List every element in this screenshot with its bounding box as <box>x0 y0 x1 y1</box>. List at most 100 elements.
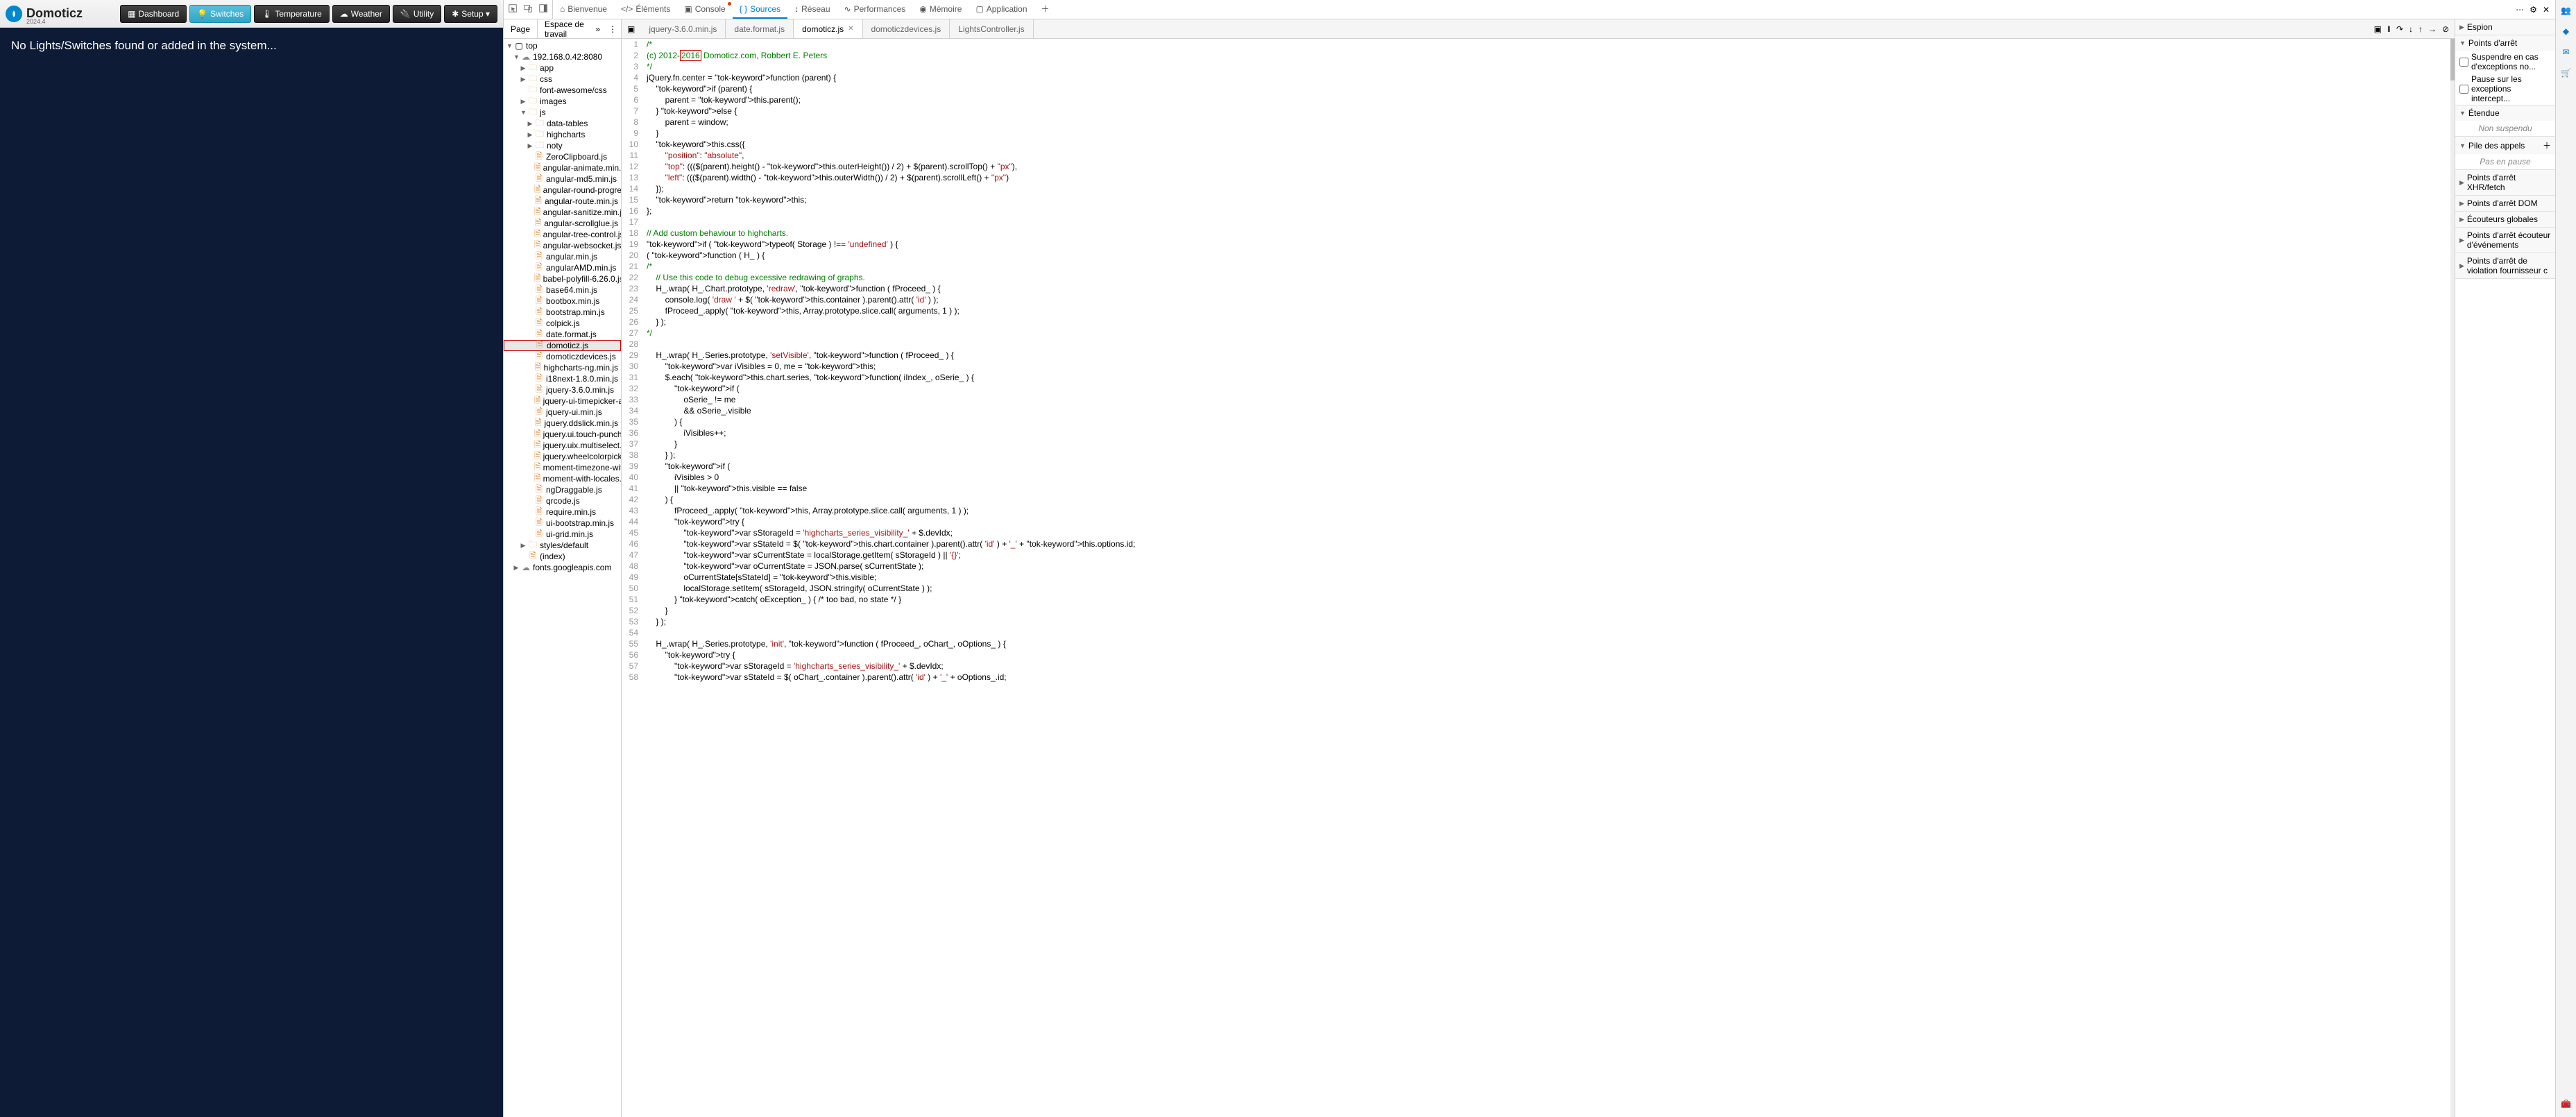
tree-file[interactable]: 🗎angular-sanitize.min.js <box>504 207 621 218</box>
rail-people-icon[interactable]: 👥 <box>2560 4 2573 17</box>
tree-file[interactable]: 🗎domoticzdevices.js <box>504 351 621 362</box>
tree-file[interactable]: 🗎domoticz.js <box>504 340 621 351</box>
nav-setup[interactable]: ✱Setup ▾ <box>444 5 497 23</box>
tree-file[interactable]: 🗎ZeroClipboard.js <box>504 151 621 162</box>
tree-file[interactable]: 🗎i18next-1.8.0.min.js <box>504 373 621 384</box>
tree-file[interactable]: 🗎moment-timezone-with-data.min.js <box>504 462 621 473</box>
tree-file[interactable]: 🗎angularAMD.min.js <box>504 262 621 273</box>
code-editor[interactable]: 1234567891011121314151617181920212223242… <box>622 39 2455 1117</box>
tree-folder-css[interactable]: ▶🗀css <box>504 74 621 85</box>
step-icon[interactable]: → <box>2428 24 2437 34</box>
section-breakpoints[interactable]: ▼Points d'arrêt <box>2455 35 2555 51</box>
deactivate-bp-icon[interactable]: ⊘ <box>2442 24 2449 34</box>
tree-file[interactable]: 🗎jquery-ui-timepicker-addon.js <box>504 395 621 407</box>
tree-file[interactable]: 🗎jquery-3.6.0.min.js <box>504 384 621 395</box>
settings-icon[interactable]: ⚙ <box>2530 5 2537 15</box>
section-dom-bp[interactable]: ▶Points d'arrêt DOM <box>2455 196 2555 211</box>
tree-file[interactable]: 🗎jquery.ui.touch-punch.min.js <box>504 429 621 440</box>
tab-add[interactable]: ＋ <box>1034 0 1057 19</box>
tree-folder-images[interactable]: ▶🗀images <box>504 96 621 107</box>
nav-weather[interactable]: ☁Weather <box>332 5 390 23</box>
pause-icon[interactable]: ‖ <box>2387 24 2391 34</box>
close-icon[interactable]: ✕ <box>848 25 853 33</box>
tree-file[interactable]: 🗎ui-bootstrap.min.js <box>504 518 621 529</box>
tree-file[interactable]: 🗎ui-grid.min.js <box>504 529 621 540</box>
tree-root[interactable]: ▼▢top <box>504 40 621 51</box>
tree-file[interactable]: 🗎colpick.js <box>504 318 621 329</box>
tree-file[interactable]: 🗎bootbox.min.js <box>504 296 621 307</box>
step-out-icon[interactable]: ↑ <box>2419 24 2423 34</box>
tree-file[interactable]: 🗎jquery.wheelcolorpicker.js <box>504 451 621 462</box>
editor-tab-lights[interactable]: LightsController.js <box>950 19 1033 38</box>
code-content[interactable]: /*(c) 2012-2016 Domoticz.com, Robbert E.… <box>644 39 2450 1117</box>
check-suspend-exceptions[interactable]: Suspendre en cas d'exceptions no... <box>2455 51 2555 73</box>
tree-file[interactable]: 🗎angular-tree-control.js <box>504 229 621 240</box>
tree-file[interactable]: 🗎jquery.uix.multiselect.min.js <box>504 440 621 451</box>
tab-sources[interactable]: { }Sources <box>733 0 787 19</box>
tree-folder-app[interactable]: ▶🗀app <box>504 62 621 74</box>
step-into-icon[interactable]: ↓ <box>2409 24 2413 34</box>
toggle-nav-icon[interactable]: ▣ <box>622 19 640 38</box>
tab-welcome[interactable]: ⌂Bienvenue <box>553 0 614 19</box>
nav-temperature[interactable]: 🌡Temperature <box>254 5 330 23</box>
rail-tools-icon[interactable]: 🧰 <box>2560 1098 2573 1110</box>
check-pause-exceptions[interactable]: Pause sur les exceptions intercept... <box>2455 73 2555 105</box>
filenav-tab-workspace[interactable]: Espace de travail <box>538 19 591 38</box>
tree-file[interactable]: 🗎highcharts-ng.min.js <box>504 362 621 373</box>
tab-console[interactable]: ▣Console <box>677 0 732 19</box>
tree-file[interactable]: 🗎angular.min.js <box>504 251 621 262</box>
device-icon[interactable] <box>523 3 533 15</box>
tree-file[interactable]: 🗎date.format.js <box>504 329 621 340</box>
tab-memory[interactable]: ◉Mémoire <box>912 0 969 19</box>
tab-elements[interactable]: </>Éléments <box>614 0 677 19</box>
tree-file[interactable]: 🗎babel-polyfill-6.26.0.js <box>504 273 621 284</box>
tree-origin[interactable]: ▼☁192.168.0.42:8080 <box>504 51 621 62</box>
tree-file[interactable]: 🗎bootstrap.min.js <box>504 307 621 318</box>
filenav-tab-page[interactable]: Page <box>504 19 538 38</box>
tree-file[interactable]: 🗎base64.min.js <box>504 284 621 296</box>
rail-outlook-icon[interactable]: ✉ <box>2560 46 2573 58</box>
editor-tab-domoticzdev[interactable]: domoticzdevices.js <box>863 19 950 38</box>
add-icon[interactable]: ＋ <box>2543 139 2551 151</box>
filenav-menu-icon[interactable]: ⋮ <box>604 24 621 34</box>
tree-folder-datatables[interactable]: ▶🗀data-tables <box>504 118 621 129</box>
section-xhr-bp[interactable]: ▶Points d'arrêt XHR/fetch <box>2455 170 2555 195</box>
editor-tab-domoticz[interactable]: domoticz.js✕ <box>794 19 862 38</box>
close-devtools-icon[interactable]: ✕ <box>2543 5 2550 15</box>
section-listeners[interactable]: ▶Écouteurs globales <box>2455 212 2555 227</box>
tree-file[interactable]: 🗎moment-with-locales.min.js <box>504 473 621 484</box>
section-callstack[interactable]: ▼Pile des appels＋ <box>2455 137 2555 154</box>
tree-file[interactable]: 🗎ngDraggable.js <box>504 484 621 495</box>
tree-folder-js[interactable]: ▼🗀js <box>504 107 621 118</box>
tree-file[interactable]: 🗎angular-route.min.js <box>504 196 621 207</box>
dock-icon[interactable] <box>538 3 548 15</box>
tab-performance[interactable]: ∿Performances <box>837 0 913 19</box>
section-violation-bp[interactable]: ▶Points d'arrêt de violation fournisseur… <box>2455 253 2555 278</box>
tree-file[interactable]: 🗎jquery-ui.min.js <box>504 407 621 418</box>
editor-tab-dateformat[interactable]: date.format.js <box>726 19 794 38</box>
step-over-icon[interactable]: ↷ <box>2396 24 2403 34</box>
tab-network[interactable]: ↕Réseau <box>787 0 837 19</box>
tree-origin-fonts[interactable]: ▶☁fonts.googleapis.com <box>504 562 621 573</box>
section-event-bp[interactable]: ▶Points d'arrêt écouteur d'événements <box>2455 228 2555 253</box>
rail-shopping-icon[interactable]: 🛒 <box>2560 67 2573 79</box>
tree-file[interactable]: 🗎angular-round-progress-directive.js <box>504 185 621 196</box>
tree-file[interactable]: 🗎qrcode.js <box>504 495 621 506</box>
tree-file[interactable]: 🗎jquery.ddslick.min.js <box>504 418 621 429</box>
more-icon[interactable]: ⋯ <box>2516 5 2524 15</box>
tree-folder-highcharts[interactable]: ▶🗀highcharts <box>504 129 621 140</box>
rail-copilot-icon[interactable]: ◆ <box>2560 25 2573 37</box>
section-watch[interactable]: ▶Espion <box>2455 19 2555 35</box>
inspect-icon[interactable] <box>508 3 518 15</box>
tree-file[interactable]: 🗎angular-md5.min.js <box>504 173 621 185</box>
nav-switches[interactable]: 💡Switches <box>189 5 251 23</box>
filenav-more-icon[interactable]: » <box>591 24 604 34</box>
tree-folder-fontawesome[interactable]: 🗀font-awesome/css <box>504 85 621 96</box>
tree-folder-noty[interactable]: ▶🗀noty <box>504 140 621 151</box>
section-scope[interactable]: ▼Étendue <box>2455 105 2555 121</box>
toggle-sidebar-icon[interactable]: ▣ <box>2374 24 2382 34</box>
tree-file[interactable]: 🗎angular-scrollglue.js <box>504 218 621 229</box>
editor-tab-jquery[interactable]: jquery-3.6.0.min.js <box>640 19 726 38</box>
nav-utility[interactable]: 🔌Utility <box>393 5 441 23</box>
file-tree[interactable]: ▼▢top ▼☁192.168.0.42:8080 ▶🗀app ▶🗀css 🗀f… <box>504 39 621 1117</box>
